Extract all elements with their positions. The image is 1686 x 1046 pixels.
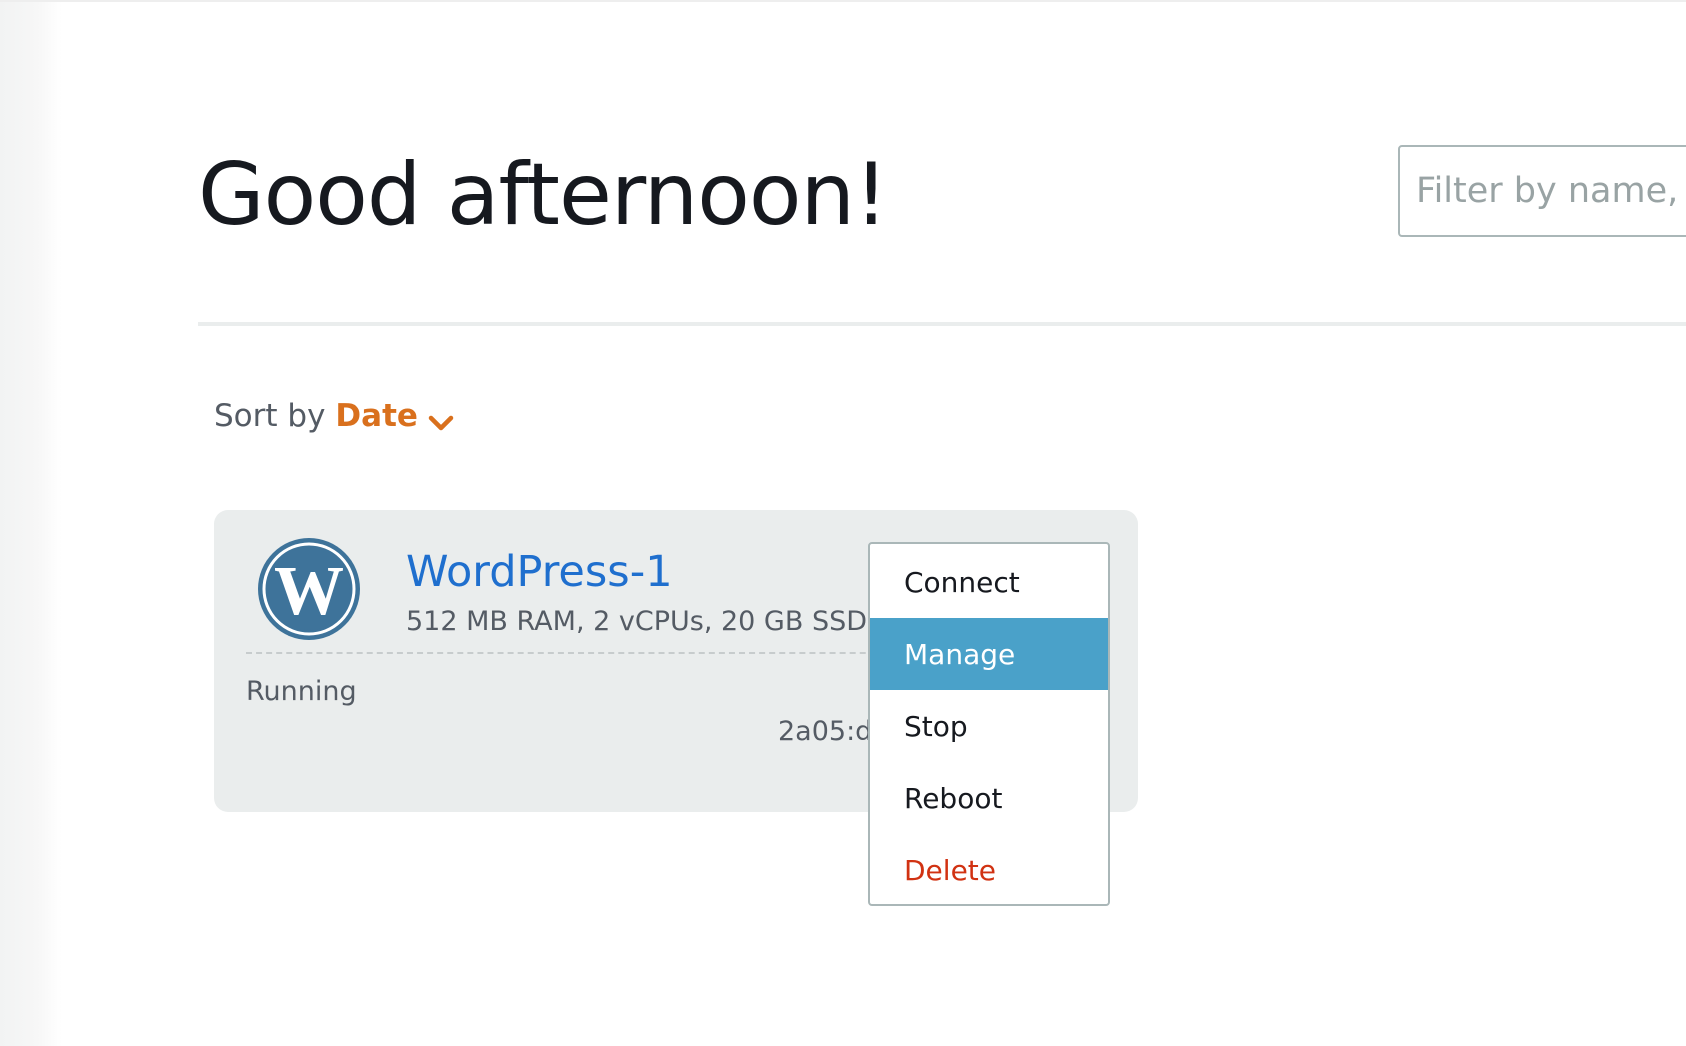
instance-specs: 512 MB RAM, 2 vCPUs, 20 GB SSD — [406, 606, 868, 637]
menu-item-connect[interactable]: Connect — [870, 546, 1108, 618]
chevron-down-icon[interactable] — [428, 406, 454, 431]
menu-item-label: Delete — [904, 853, 996, 887]
page-left-edge — [0, 0, 62, 1046]
menu-item-manage[interactable]: Manage — [870, 618, 1108, 690]
menu-item-label: Reboot — [904, 781, 1003, 815]
page-title: Good afternoon! — [198, 145, 888, 245]
menu-item-delete[interactable]: Delete — [870, 834, 1108, 906]
instance-status: Running — [246, 676, 357, 707]
menu-item-stop[interactable]: Stop — [870, 690, 1108, 762]
header-divider — [198, 322, 1686, 326]
menu-item-label: Manage — [904, 637, 1016, 671]
filter-input[interactable] — [1400, 147, 1686, 235]
svg-text:W: W — [274, 553, 344, 630]
menu-item-label: Stop — [904, 709, 968, 743]
instance-name-link[interactable]: WordPress-1 — [406, 544, 673, 600]
wordpress-logo-icon: W — [256, 536, 362, 642]
menu-item-reboot[interactable]: Reboot — [870, 762, 1108, 834]
instance-actions-menu: Connect Manage Stop Reboot Delete — [868, 542, 1110, 906]
sort-dropdown[interactable]: Date — [335, 398, 454, 434]
card-divider — [246, 652, 906, 654]
filter-field[interactable] — [1398, 145, 1686, 237]
sort-bar: Sort by Date — [214, 394, 454, 438]
menu-item-label: Connect — [904, 565, 1020, 599]
sort-label: Sort by — [214, 398, 326, 434]
top-border — [0, 0, 1686, 2]
sort-value[interactable]: Date — [335, 398, 418, 434]
